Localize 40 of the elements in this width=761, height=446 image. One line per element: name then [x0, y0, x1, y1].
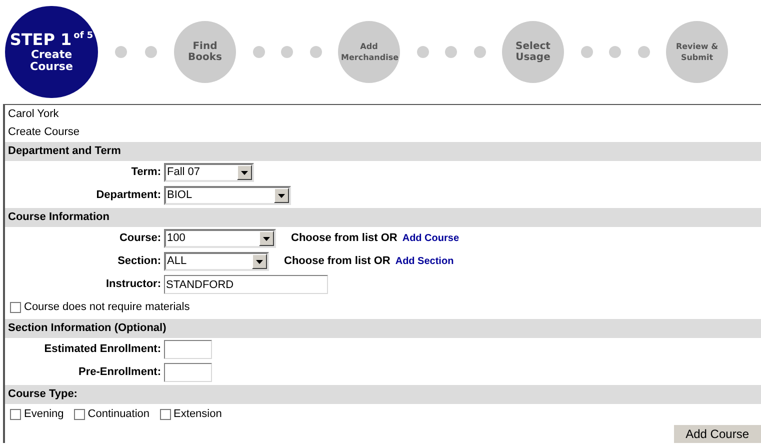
dropdown[interactable]: BIOL: [164, 186, 291, 205]
checkbox-label: Continuation: [88, 407, 150, 422]
caret-icon: [278, 194, 285, 198]
page-title: Create Course: [7, 125, 81, 140]
text-field[interactable]: STANDFORD: [164, 275, 328, 294]
field-label: Estimated Enrollment:: [43, 342, 161, 358]
add-link[interactable]: Add Course: [402, 231, 460, 246]
step-number: STEP 1: [10, 31, 72, 49]
section-header: Department and Term: [5, 142, 761, 161]
field-label: Section:: [116, 254, 161, 270]
text-field[interactable]: [164, 340, 212, 359]
add-link[interactable]: Add Section: [395, 254, 454, 269]
caret-icon: [256, 260, 263, 264]
dropdown[interactable]: 100: [164, 229, 276, 248]
field-label: Course:: [118, 231, 161, 246]
caret-icon: [263, 236, 270, 240]
text-field[interactable]: [164, 363, 212, 382]
add-course-button[interactable]: Add Course: [674, 425, 761, 443]
checkbox-label: Course does not require materials: [24, 300, 190, 315]
checkbox[interactable]: [74, 409, 85, 420]
checkbox-label: Extension: [174, 407, 222, 422]
checkbox[interactable]: [10, 302, 21, 312]
section-header: Course Type:: [5, 385, 761, 404]
caret-icon: [241, 170, 248, 174]
step-label: Create Course: [29, 49, 74, 73]
section-header: Course Information: [5, 208, 761, 227]
field-label: Instructor:: [105, 277, 161, 292]
checkbox-label: Evening: [24, 407, 64, 422]
checkbox[interactable]: [10, 409, 21, 420]
checkbox[interactable]: [160, 409, 171, 420]
dropdown[interactable]: ALL: [164, 252, 269, 271]
hint-text: Choose from list OR: [284, 254, 390, 270]
field-label: Pre-Enrollment:: [77, 365, 161, 380]
field-label: Department:: [95, 188, 161, 204]
dropdown[interactable]: Fall 07: [164, 163, 254, 182]
user-name: Carol York: [7, 107, 60, 122]
step-count: of 5: [74, 31, 94, 42]
field-label: Term:: [130, 165, 161, 180]
hint-text: Choose from list OR: [291, 231, 398, 246]
section-header: Section Information (Optional): [5, 319, 761, 338]
